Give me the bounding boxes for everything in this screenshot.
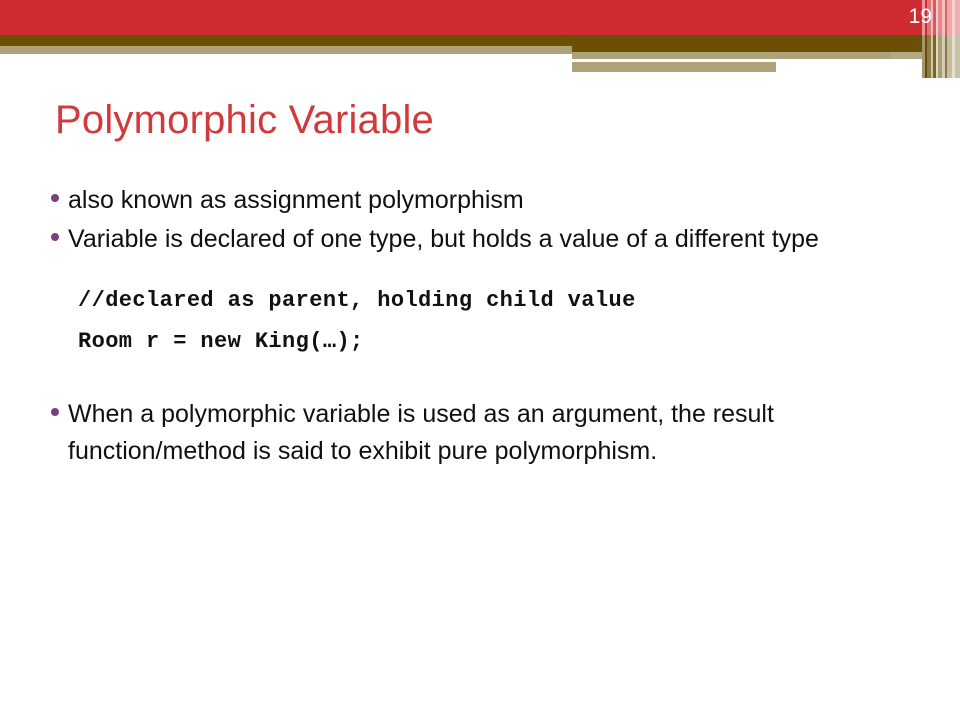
header-red-band — [0, 0, 960, 35]
header-olive-band-left — [0, 35, 572, 46]
list-item: When a polymorphic variable is used as a… — [46, 396, 926, 470]
page-number: 19 — [908, 5, 932, 28]
code-line: //declared as parent, holding child valu… — [78, 288, 636, 313]
bullet-text: Variable is declared of one type, but ho… — [68, 225, 819, 253]
code-block: //declared as parent, holding child valu… — [78, 280, 926, 362]
header-tan-band-left — [0, 46, 572, 54]
header-olive-band-right — [572, 35, 960, 52]
bullet-dot-icon — [46, 396, 68, 416]
page-title: Polymorphic Variable — [55, 98, 434, 142]
list-item: also known as assignment polymorphism — [46, 182, 926, 219]
slide-header-decoration: 19 — [0, 0, 960, 80]
bullet-dot-icon — [46, 221, 68, 241]
header-tan-band-right-lower — [572, 62, 776, 72]
bullet-dot-icon — [46, 182, 68, 202]
code-line: Room r = new King(…); — [78, 329, 364, 354]
bullet-text: also known as assignment polymorphism — [68, 186, 524, 214]
list-item: Variable is declared of one type, but ho… — [46, 221, 926, 258]
code-spacer — [46, 382, 926, 396]
bullet-text: When a polymorphic variable is used as a… — [68, 400, 774, 465]
slide-body: also known as assignment polymorphism Va… — [46, 182, 926, 472]
slide-canvas: 19 Polymorphic Variable also known as as… — [0, 0, 960, 720]
header-tan-band-right-upper — [572, 52, 890, 59]
